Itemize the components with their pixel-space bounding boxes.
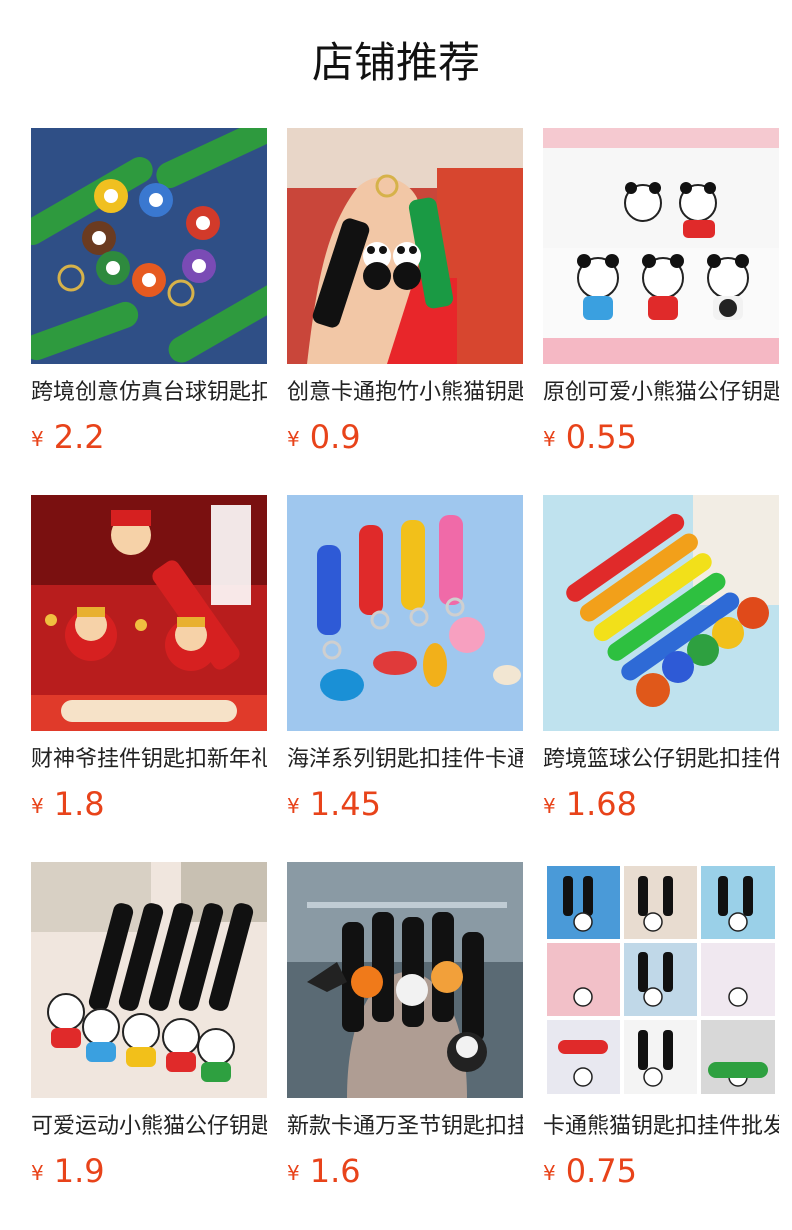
product-price: ¥1.9: [31, 1150, 267, 1192]
product-card[interactable]: 创意卡通抱竹小熊猫钥匙扣 ¥0.9: [287, 128, 523, 495]
product-price: ¥0.9: [287, 416, 523, 458]
product-name[interactable]: 跨境篮球公仔钥匙扣挂件: [543, 745, 779, 775]
page-title: 店铺推荐: [311, 38, 480, 87]
price-amount: 1.45: [309, 785, 381, 823]
recommended-products-grid: 跨境创意仿真台球钥匙扣挂件 ¥2.2 创意卡通抱竹小熊猫钥匙扣: [31, 128, 781, 1229]
product-card[interactable]: 可爱运动小熊猫公仔钥匙扣 ¥1.9: [31, 862, 267, 1229]
product-name[interactable]: 跨境创意仿真台球钥匙扣挂件: [31, 378, 267, 408]
currency-symbol: ¥: [31, 794, 44, 818]
product-price: ¥0.75: [543, 1150, 779, 1192]
currency-symbol: ¥: [543, 794, 556, 818]
product-name[interactable]: 创意卡通抱竹小熊猫钥匙扣: [287, 378, 523, 408]
product-card[interactable]: 海洋系列钥匙扣挂件卡通 ¥1.45: [287, 495, 523, 862]
product-name[interactable]: 卡通熊猫钥匙扣挂件批发: [543, 1112, 779, 1142]
price-amount: 0.75: [565, 1152, 637, 1190]
price-amount: 2.2: [53, 418, 105, 456]
price-amount: 0.9: [309, 418, 361, 456]
product-name[interactable]: 海洋系列钥匙扣挂件卡通: [287, 745, 523, 775]
product-price: ¥1.8: [31, 783, 267, 825]
product-price: ¥0.55: [543, 416, 779, 458]
product-price: ¥1.68: [543, 783, 779, 825]
price-amount: 1.8: [53, 785, 105, 823]
price-amount: 1.68: [565, 785, 637, 823]
product-card[interactable]: 原创可爱小熊猫公仔钥匙扣 ¥0.55: [543, 128, 779, 495]
currency-symbol: ¥: [31, 427, 44, 451]
panda-bamboo-keychain-icon[interactable]: [287, 128, 523, 364]
currency-symbol: ¥: [287, 427, 300, 451]
product-card[interactable]: 跨境创意仿真台球钥匙扣挂件 ¥2.2: [31, 128, 267, 495]
product-card[interactable]: 卡通熊猫钥匙扣挂件批发 ¥0.75: [543, 862, 779, 1229]
product-name[interactable]: 可爱运动小熊猫公仔钥匙扣: [31, 1112, 267, 1142]
product-name[interactable]: 新款卡通万圣节钥匙扣挂件: [287, 1112, 523, 1142]
product-card[interactable]: 新款卡通万圣节钥匙扣挂件 ¥1.6: [287, 862, 523, 1229]
price-amount: 0.55: [565, 418, 637, 456]
product-price: ¥1.45: [287, 783, 523, 825]
currency-symbol: ¥: [31, 1161, 44, 1185]
halloween-keychain-icon[interactable]: [287, 862, 523, 1098]
god-of-wealth-keychain-icon[interactable]: [31, 495, 267, 731]
product-price: ¥1.6: [287, 1150, 523, 1192]
sport-panda-keychain-icon[interactable]: [31, 862, 267, 1098]
panda-collage-keychain-icon[interactable]: [543, 862, 779, 1098]
basketball-keychain-icon[interactable]: [543, 495, 779, 731]
currency-symbol: ¥: [287, 794, 300, 818]
currency-symbol: ¥: [543, 427, 556, 451]
currency-symbol: ¥: [543, 1161, 556, 1185]
panda-doll-keychain-icon[interactable]: [543, 128, 779, 364]
billiard-ball-keychain-icon[interactable]: [31, 128, 267, 364]
currency-symbol: ¥: [287, 1161, 300, 1185]
product-card[interactable]: 跨境篮球公仔钥匙扣挂件 ¥1.68: [543, 495, 779, 862]
product-card[interactable]: 财神爷挂件钥匙扣新年礼品 ¥1.8: [31, 495, 267, 862]
product-name[interactable]: 财神爷挂件钥匙扣新年礼品: [31, 745, 267, 775]
price-amount: 1.9: [53, 1152, 105, 1190]
price-amount: 1.6: [309, 1152, 361, 1190]
ocean-animal-keychain-icon[interactable]: [287, 495, 523, 731]
product-name[interactable]: 原创可爱小熊猫公仔钥匙扣: [543, 378, 779, 408]
product-price: ¥2.2: [31, 416, 267, 458]
